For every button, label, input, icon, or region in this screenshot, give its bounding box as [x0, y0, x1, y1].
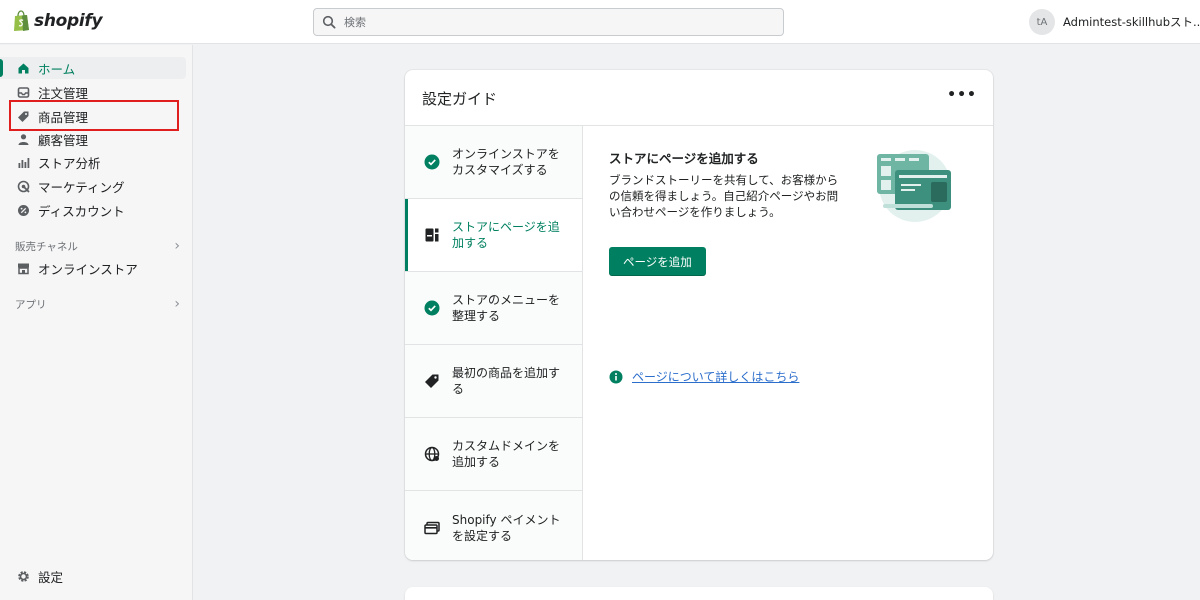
step-setup-payments[interactable]: Shopify ペイメントを設定する: [405, 491, 582, 560]
learn-more-row: ページについて詳しくはこちら: [609, 368, 799, 385]
active-step-indicator: [405, 199, 408, 271]
step-add-page[interactable]: ストアにページを追加する: [405, 199, 582, 272]
step-add-domain[interactable]: カスタムドメインを追加する: [405, 418, 582, 491]
page-title: 設定ガイド: [422, 90, 498, 108]
sales-channels-label: 販売チャネル: [15, 240, 78, 253]
account-menu[interactable]: tA Admintest-skillhubスト...: [1029, 9, 1200, 35]
credit-card-icon: [424, 520, 440, 536]
shopify-bag-icon: [14, 10, 29, 31]
sidebar-item-discounts[interactable]: ディスカウント: [0, 199, 186, 221]
sales-channels-header[interactable]: 販売チャネル ›: [15, 238, 180, 254]
avatar[interactable]: tA: [1029, 9, 1055, 35]
check-circle-icon: [424, 154, 440, 170]
logo-text: shopify: [34, 11, 103, 31]
search-bar[interactable]: [313, 8, 784, 36]
active-indicator: [0, 59, 3, 77]
sidebar-item-online-store[interactable]: オンラインストア: [0, 257, 186, 279]
card-header: 設定ガイド •••: [405, 70, 993, 126]
detail-title: ストアにページを追加する: [609, 151, 759, 166]
chevron-right-icon[interactable]: ›: [174, 238, 180, 254]
globe-icon: [424, 446, 440, 462]
page-illustration: [877, 150, 951, 222]
sidebar-item-label: ストア分析: [38, 155, 101, 171]
sidebar-item-label: ホーム: [38, 61, 76, 77]
tag-icon: [424, 373, 440, 389]
inbox-icon: [17, 86, 30, 99]
highlight-box: [9, 100, 179, 131]
add-page-button[interactable]: ページを追加: [609, 247, 706, 276]
info-icon: [609, 370, 623, 383]
step-detail-panel: ストアにページを追加する ブランドストーリーを共有して、お客様からの信頼を得まし…: [583, 126, 993, 560]
step-add-product[interactable]: 最初の商品を追加する: [405, 345, 582, 418]
apps-label: アプリ: [15, 298, 47, 311]
learn-more-link[interactable]: ページについて詳しくはこちら: [632, 368, 799, 385]
step-label: 最初の商品を追加する: [452, 366, 561, 396]
home-icon: [17, 62, 30, 75]
person-icon: [17, 133, 30, 146]
setup-guide-card: 設定ガイド ••• オンラインストアをカスタマイズする ストアにページを追加する…: [405, 70, 993, 560]
shopify-logo[interactable]: shopify: [12, 10, 103, 32]
sidebar-item-label: マーケティング: [38, 179, 125, 195]
check-circle-icon: [424, 300, 440, 316]
discount-icon: [17, 204, 30, 217]
sidebar-item-customers[interactable]: 顧客管理: [0, 128, 186, 150]
sidebar-item-analytics[interactable]: ストア分析: [0, 151, 186, 173]
step-organize-menu[interactable]: ストアのメニューを整理する: [405, 272, 582, 345]
account-name[interactable]: Admintest-skillhubスト...: [1063, 14, 1200, 30]
sidebar-item-settings[interactable]: 設定: [0, 565, 186, 587]
chevron-right-icon[interactable]: ›: [174, 296, 180, 312]
sidebar-item-label: オンラインストア: [38, 261, 138, 277]
step-label: ストアにページを追加する: [452, 220, 560, 250]
step-customize-store[interactable]: オンラインストアをカスタマイズする: [405, 126, 582, 199]
more-actions-button[interactable]: •••: [947, 87, 977, 103]
sidebar: ホーム 注文管理 商品管理 顧客管理 ストア分析 マーケティング ディスカウント…: [0, 45, 193, 600]
gear-icon: [17, 570, 30, 583]
step-label: オンラインストアをカスタマイズする: [452, 147, 560, 177]
sidebar-item-label: 設定: [38, 569, 64, 585]
sidebar-item-label: ディスカウント: [38, 203, 125, 219]
secondary-card: [405, 587, 993, 600]
top-bar: shopify tA Admintest-skillhubスト...: [0, 0, 1200, 44]
detail-description: ブランドストーリーを共有して、お客様からの信頼を得ましょう。自己紹介ページやお問…: [609, 173, 839, 219]
step-label: カスタムドメインを追加する: [452, 439, 561, 469]
search-icon: [322, 15, 336, 29]
sidebar-item-marketing[interactable]: マーケティング: [0, 175, 186, 197]
store-icon: [17, 262, 30, 275]
sidebar-item-label: 顧客管理: [38, 132, 89, 148]
step-label: Shopify ペイメントを設定する: [452, 512, 561, 543]
sidebar-item-label: 注文管理: [38, 85, 89, 101]
apps-header[interactable]: アプリ ›: [15, 296, 180, 312]
page-layout-icon: [424, 227, 440, 243]
step-label: ストアのメニューを整理する: [452, 293, 561, 323]
search-input[interactable]: [344, 15, 764, 29]
bar-chart-icon: [17, 156, 30, 169]
setup-steps-list: オンラインストアをカスタマイズする ストアにページを追加する ストアのメニューを…: [405, 126, 583, 560]
target-icon: [17, 180, 30, 193]
sidebar-item-home[interactable]: ホーム: [0, 57, 186, 79]
